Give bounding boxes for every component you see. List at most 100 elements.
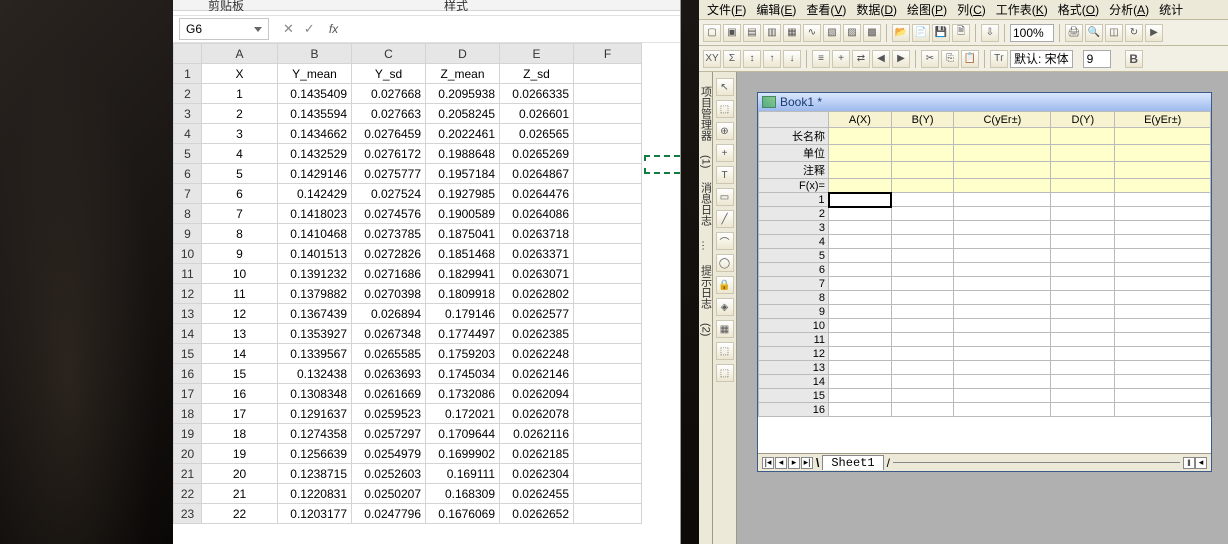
origin-cell[interactable] — [954, 145, 1051, 162]
origin-cell[interactable] — [891, 389, 954, 403]
origin-cell[interactable] — [829, 389, 892, 403]
cell[interactable]: 0.0262116 — [500, 424, 574, 444]
origin-row-num[interactable]: 10 — [759, 319, 829, 333]
header-cell[interactable]: Y_mean — [278, 64, 352, 84]
origin-cell[interactable] — [1115, 193, 1211, 207]
header-cell[interactable]: Z_mean — [426, 64, 500, 84]
origin-cell[interactable] — [891, 319, 954, 333]
side-tab[interactable]: … — [700, 236, 712, 255]
cell[interactable]: 0.1418023 — [278, 204, 352, 224]
cell[interactable]: 0.0262652 — [500, 504, 574, 524]
new-graph-icon[interactable]: ▥ — [763, 24, 781, 42]
origin-cell[interactable] — [829, 235, 892, 249]
row-header-1[interactable]: 1 — [174, 64, 202, 84]
cell[interactable]: 1 — [202, 84, 278, 104]
origin-cell[interactable] — [954, 305, 1051, 319]
cell[interactable]: 0.0275777 — [352, 164, 426, 184]
slideshow-icon[interactable]: ▶ — [1145, 24, 1163, 42]
origin-cell[interactable] — [1051, 389, 1115, 403]
tool-icon[interactable]: ╱ — [716, 210, 734, 228]
origin-cell[interactable] — [1115, 375, 1211, 389]
new-excel-icon[interactable]: ▩ — [863, 24, 881, 42]
origin-cell[interactable] — [891, 347, 954, 361]
origin-cell[interactable] — [954, 403, 1051, 417]
cell[interactable]: 0.1732086 — [426, 384, 500, 404]
origin-cell[interactable] — [954, 333, 1051, 347]
row-header-15[interactable]: 15 — [174, 344, 202, 364]
cell[interactable]: 0.1774497 — [426, 324, 500, 344]
tool-icon[interactable]: ◈ — [716, 298, 734, 316]
tool-icon[interactable]: ⬚ — [716, 100, 734, 118]
row-header-9[interactable]: 9 — [174, 224, 202, 244]
origin-row-num[interactable]: 6 — [759, 263, 829, 277]
cell[interactable]: 0.1435409 — [278, 84, 352, 104]
origin-cell[interactable] — [954, 347, 1051, 361]
formula-input[interactable] — [348, 18, 674, 40]
origin-cell[interactable] — [829, 128, 892, 145]
origin-cell[interactable] — [829, 162, 892, 179]
cell[interactable]: 0.1432529 — [278, 144, 352, 164]
cell[interactable]: 4 — [202, 144, 278, 164]
origin-cell[interactable] — [829, 221, 892, 235]
origin-cell[interactable] — [1051, 207, 1115, 221]
origin-cell[interactable] — [954, 249, 1051, 263]
origin-row-num[interactable]: 16 — [759, 403, 829, 417]
cell[interactable]: 0.142429 — [278, 184, 352, 204]
cell[interactable]: 16 — [202, 384, 278, 404]
origin-cell[interactable] — [1051, 333, 1115, 347]
origin-cell[interactable] — [1051, 179, 1115, 193]
col-xy-icon[interactable]: XY — [703, 50, 721, 68]
origin-cell[interactable] — [1115, 179, 1211, 193]
origin-cell[interactable] — [1115, 249, 1211, 263]
cell[interactable]: 19 — [202, 444, 278, 464]
cell[interactable]: 0.0264476 — [500, 184, 574, 204]
cell[interactable] — [574, 104, 642, 124]
cell[interactable]: 0.0261669 — [352, 384, 426, 404]
origin-cell[interactable] — [1115, 291, 1211, 305]
origin-cell[interactable] — [829, 375, 892, 389]
origin-cell[interactable] — [1115, 319, 1211, 333]
cancel-icon[interactable]: ✕ — [283, 21, 294, 37]
cell[interactable] — [574, 424, 642, 444]
origin-col-header[interactable]: A(X) — [829, 112, 892, 128]
cell[interactable]: 8 — [202, 224, 278, 244]
cell[interactable]: 0.1434662 — [278, 124, 352, 144]
origin-row-num[interactable]: 8 — [759, 291, 829, 305]
row-header-12[interactable]: 12 — [174, 284, 202, 304]
origin-row-label[interactable]: 长名称 — [759, 128, 829, 145]
cell[interactable] — [574, 124, 642, 144]
cell[interactable]: 0.168309 — [426, 484, 500, 504]
cell[interactable] — [574, 304, 642, 324]
worksheet[interactable]: A(X)B(Y)C(yEr±)D(Y)E(yEr±)长名称单位注释F(x)=12… — [758, 111, 1211, 453]
origin-cell[interactable] — [1115, 277, 1211, 291]
origin-cell[interactable] — [954, 235, 1051, 249]
origin-row-label[interactable]: F(x)= — [759, 179, 829, 193]
cell[interactable]: 0.0262078 — [500, 404, 574, 424]
col-header-D[interactable]: D — [426, 44, 500, 64]
origin-cell[interactable] — [829, 263, 892, 277]
sheet-nav[interactable]: |◂◂▸▸| — [762, 457, 813, 469]
cell[interactable]: 0.0262455 — [500, 484, 574, 504]
origin-row-num[interactable]: 9 — [759, 305, 829, 319]
cell[interactable] — [574, 84, 642, 104]
cell[interactable]: 0.1379882 — [278, 284, 352, 304]
cell[interactable] — [574, 484, 642, 504]
row-header-7[interactable]: 7 — [174, 184, 202, 204]
origin-col-header[interactable]: B(Y) — [891, 112, 954, 128]
cell[interactable]: 0.1676069 — [426, 504, 500, 524]
cell[interactable] — [574, 164, 642, 184]
origin-cell[interactable] — [1051, 128, 1115, 145]
cut-icon[interactable]: ✂ — [921, 50, 939, 68]
cell[interactable]: 0.1353927 — [278, 324, 352, 344]
row-header-4[interactable]: 4 — [174, 124, 202, 144]
cell[interactable]: 5 — [202, 164, 278, 184]
row-header-2[interactable]: 2 — [174, 84, 202, 104]
tool-icon[interactable]: ↖ — [716, 78, 734, 96]
origin-cell[interactable] — [829, 403, 892, 417]
origin-cell[interactable] — [829, 361, 892, 375]
cell[interactable]: 0.0262094 — [500, 384, 574, 404]
origin-cell[interactable] — [1051, 375, 1115, 389]
origin-cell[interactable] — [954, 128, 1051, 145]
cell[interactable]: 0.026565 — [500, 124, 574, 144]
side-panel-tabs[interactable]: 项目管理器(1)消息日志…提示日志(2) — [699, 72, 713, 544]
